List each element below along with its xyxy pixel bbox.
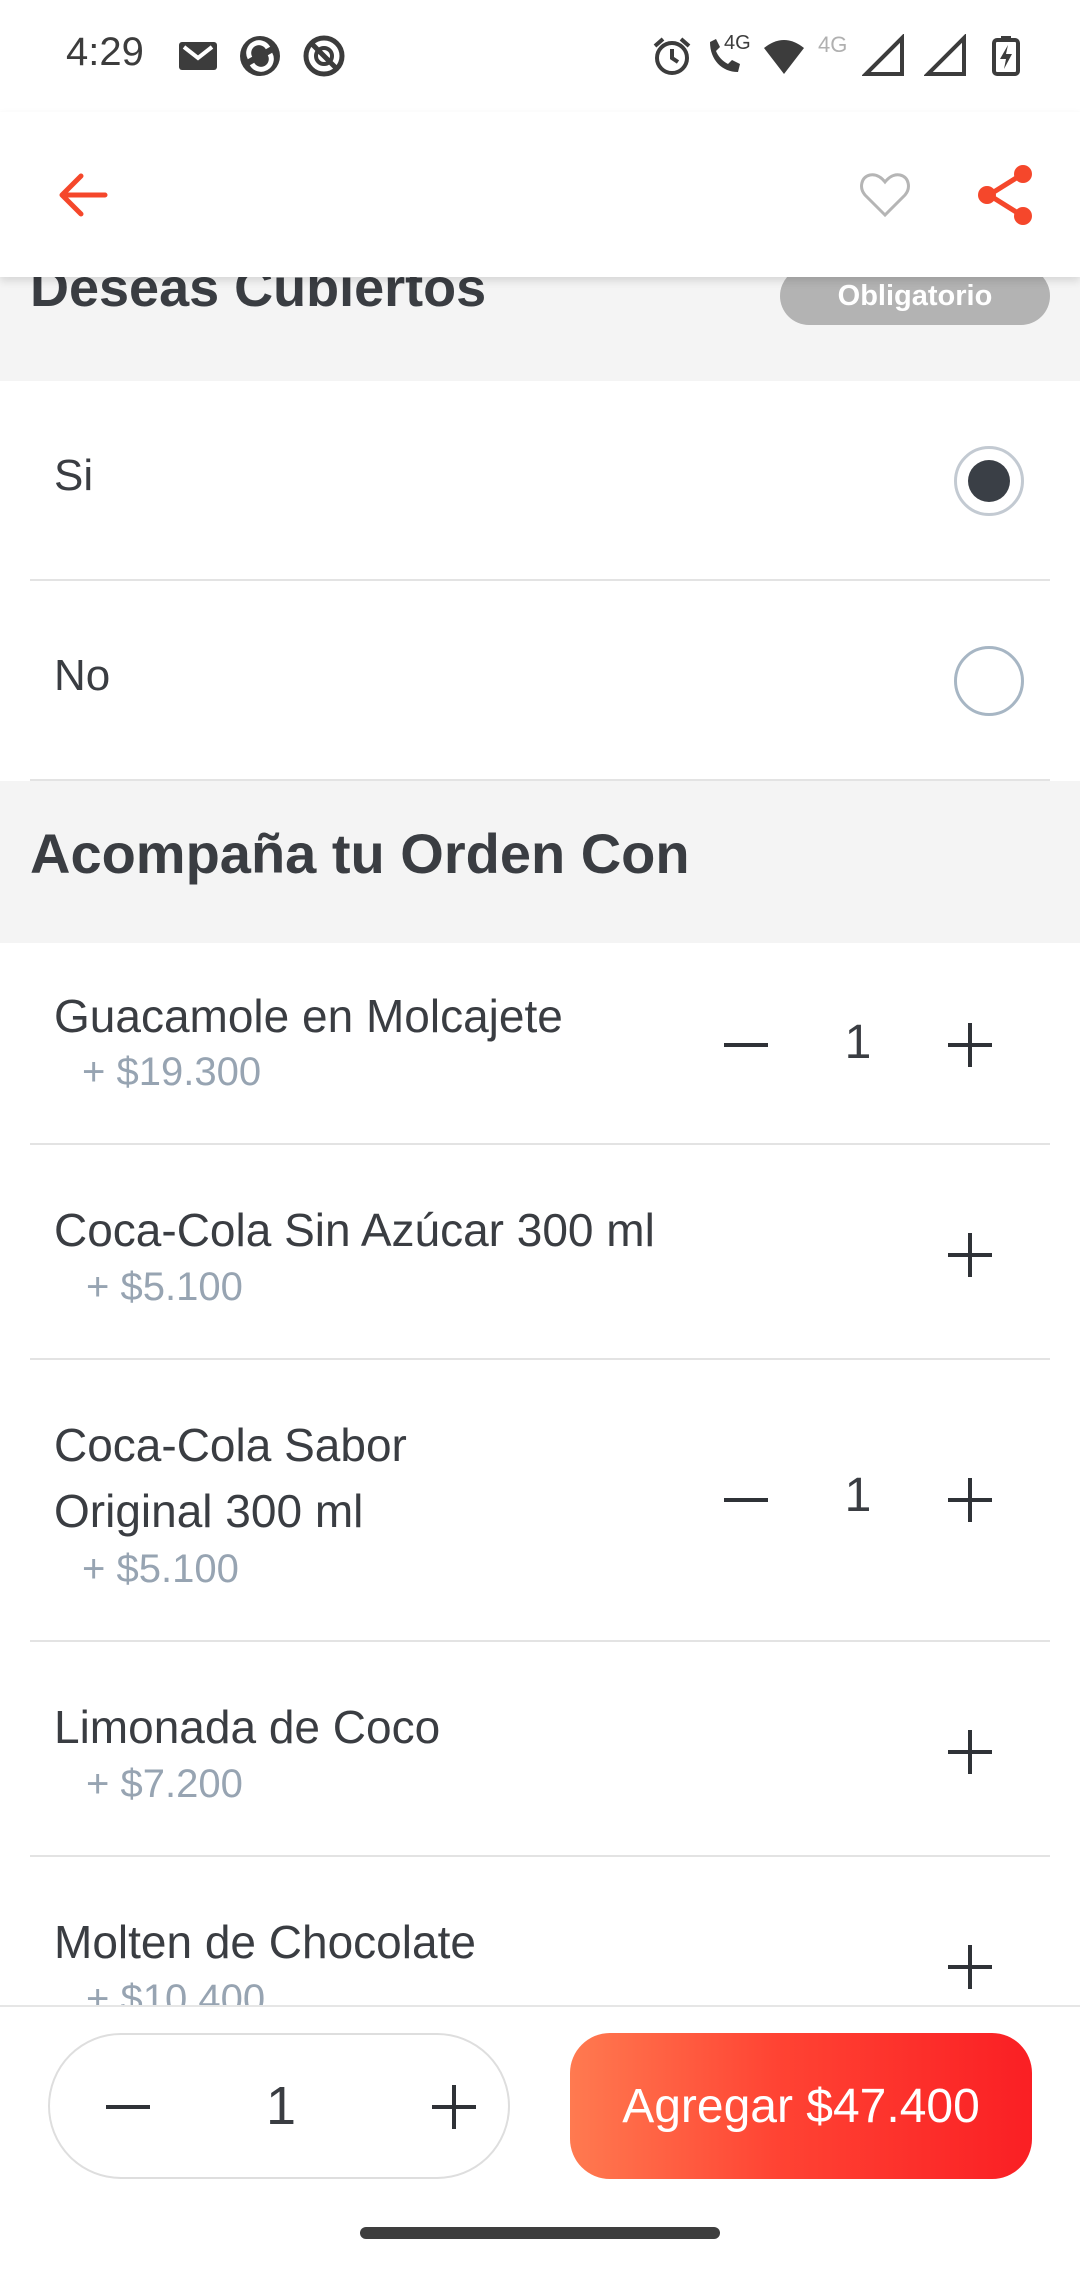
increase-button[interactable]	[930, 1460, 1010, 1540]
add-to-cart-button[interactable]: Agregar $47.400	[570, 2033, 1032, 2179]
order-increase-button[interactable]	[414, 2067, 494, 2147]
minus-icon	[724, 1498, 768, 1502]
item-price: + $19.300	[82, 1050, 262, 1094]
required-badge: Obligatorio	[780, 277, 1050, 325]
cutlery-option-si[interactable]: Si	[30, 381, 1050, 581]
plus-icon	[432, 2085, 476, 2129]
order-decrease-button[interactable]	[88, 2067, 168, 2147]
item-price: + $5.100	[82, 1547, 239, 1591]
radio-button-checked[interactable]	[954, 446, 1024, 516]
signal-4g-badge: 4G	[818, 32, 848, 57]
gmail-icon	[179, 42, 217, 70]
extra-item-coca-cola-sin-azucar: Coca-Cola Sin Azúcar 300 ml + $5.100	[30, 1145, 1050, 1360]
item-name: Coca-Cola Sabor Original 300 ml	[54, 1419, 407, 1537]
heart-outline-icon	[860, 173, 910, 218]
sync-app-icon	[240, 36, 280, 76]
battery-charging-icon	[992, 36, 1020, 76]
item-quantity: 1	[844, 1016, 872, 1069]
cutlery-option-no[interactable]: No	[30, 581, 1050, 781]
share-icon	[978, 165, 1032, 225]
cutlery-section-header: Deseas Cubiertos Obligatorio	[0, 277, 1080, 381]
home-indicator[interactable]	[360, 2227, 720, 2239]
decrease-button[interactable]	[706, 1460, 786, 1540]
item-price: + $7.200	[86, 1762, 243, 1806]
favorite-button[interactable]	[840, 150, 930, 240]
item-name: Limonada de Coco	[54, 1701, 441, 1753]
item-price: + $10.400	[86, 1977, 266, 2005]
item-quantity: 1	[844, 1469, 872, 1522]
increase-button[interactable]	[930, 1215, 1010, 1295]
back-button[interactable]	[38, 150, 128, 240]
item-name: Molten de Chocolate	[54, 1916, 476, 1968]
signal-4g-icon	[862, 34, 904, 76]
minus-icon	[106, 2105, 150, 2109]
order-quantity-stepper: 1	[48, 2033, 510, 2179]
plus-icon	[948, 1730, 992, 1774]
item-name: Guacamole en Molcajete	[54, 990, 563, 1042]
top-app-bar	[0, 112, 1080, 277]
radio-button-unchecked[interactable]	[954, 646, 1024, 716]
plus-icon	[948, 1233, 992, 1277]
plus-icon	[948, 1023, 992, 1067]
extra-item-guacamole: Guacamole en Molcajete + $19.300 1	[30, 943, 1050, 1145]
minus-icon	[724, 1043, 768, 1047]
increase-button[interactable]	[930, 1927, 1010, 2005]
increase-button[interactable]	[930, 1005, 1010, 1085]
status-bar: 4:29 4G 4G	[0, 0, 1080, 112]
option-label: Si	[54, 451, 94, 500]
extras-section-title: Acompaña tu Orden Con	[30, 822, 690, 885]
extra-item-molten-de-chocolate: Molten de Chocolate + $10.400	[30, 1857, 1050, 2005]
extra-item-coca-cola-original: Coca-Cola Sabor Original 300 ml + $5.100…	[30, 1360, 1050, 1642]
alarm-icon	[653, 37, 691, 75]
plus-icon	[948, 1945, 992, 1989]
increase-button[interactable]	[930, 1712, 1010, 1792]
blocked-app-icon	[303, 35, 345, 77]
extras-section-header: Acompaña tu Orden Con	[0, 781, 1080, 943]
cutlery-section-title: Deseas Cubiertos	[30, 277, 487, 318]
extra-item-limonada-de-coco: Limonada de Coco + $7.200	[30, 1642, 1050, 1857]
item-name: Coca-Cola Sin Azúcar 300 ml	[54, 1204, 655, 1256]
option-label: No	[54, 651, 111, 700]
product-options-list[interactable]: Deseas Cubiertos Obligatorio Si No Acomp…	[0, 277, 1080, 2005]
order-quantity: 1	[265, 2076, 297, 2136]
share-button[interactable]	[960, 150, 1050, 240]
status-time: 4:29	[66, 30, 144, 74]
decrease-button[interactable]	[706, 1005, 786, 1085]
wifi-icon	[764, 40, 804, 74]
item-price: + $5.100	[86, 1265, 243, 1309]
call-4g-badge: 4G	[724, 32, 751, 54]
signal-icon	[924, 34, 966, 76]
plus-icon	[948, 1478, 992, 1522]
arrow-left-icon	[59, 173, 108, 217]
